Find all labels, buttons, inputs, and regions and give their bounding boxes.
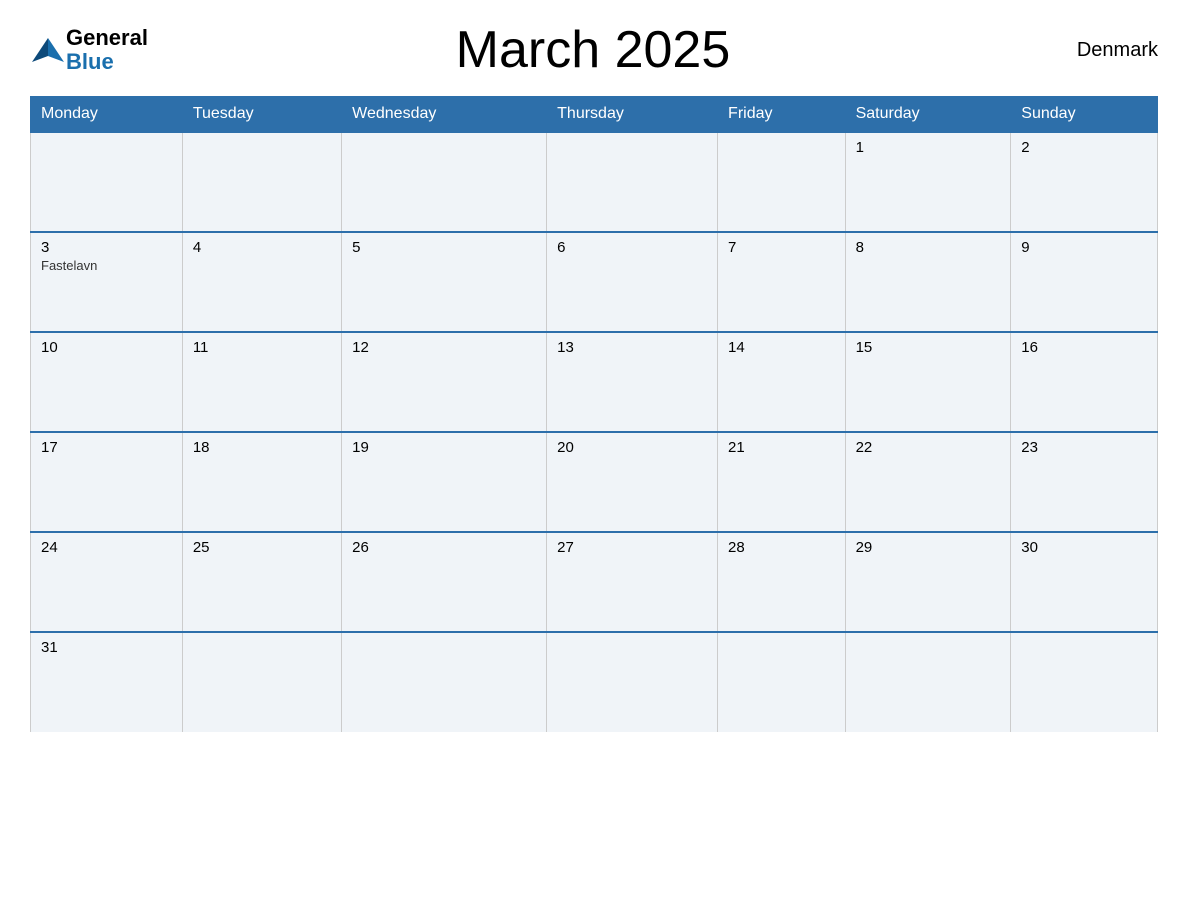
day-number: 13 [557, 339, 707, 356]
day-cell: 25 [182, 532, 341, 632]
day-cell [845, 632, 1011, 732]
column-header-thursday: Thursday [547, 97, 718, 133]
logo-icon [30, 34, 62, 66]
day-cell [547, 632, 718, 732]
day-cell: 21 [718, 432, 846, 532]
page-header: General Blue March 2025 Denmark [30, 20, 1158, 80]
day-cell: 19 [342, 432, 547, 532]
day-cell: 9 [1011, 232, 1158, 332]
day-cell: 20 [547, 432, 718, 532]
column-header-wednesday: Wednesday [342, 97, 547, 133]
day-number: 21 [728, 439, 835, 456]
day-number: 14 [728, 339, 835, 356]
day-cell [182, 132, 341, 232]
day-number: 23 [1021, 439, 1147, 456]
week-row-4: 17 18 19 20 21 22 23 [31, 432, 1158, 532]
calendar-table: MondayTuesdayWednesdayThursdayFridaySatu… [30, 96, 1158, 732]
day-cell: 24 [31, 532, 183, 632]
day-number: 7 [728, 239, 835, 256]
week-row-6: 31 [31, 632, 1158, 732]
column-header-saturday: Saturday [845, 97, 1011, 133]
day-cell: 16 [1011, 332, 1158, 432]
day-cell: 30 [1011, 532, 1158, 632]
day-number: 2 [1021, 139, 1147, 156]
day-cell: 4 [182, 232, 341, 332]
day-cell: 29 [845, 532, 1011, 632]
day-cell [342, 632, 547, 732]
day-number: 28 [728, 539, 835, 556]
day-number: 26 [352, 539, 536, 556]
day-number: 17 [41, 439, 172, 456]
column-header-sunday: Sunday [1011, 97, 1158, 133]
day-number: 5 [352, 239, 536, 256]
day-cell [342, 132, 547, 232]
day-cell: 10 [31, 332, 183, 432]
calendar-header-row: MondayTuesdayWednesdayThursdayFridaySatu… [31, 97, 1158, 133]
day-cell [547, 132, 718, 232]
day-cell: 5 [342, 232, 547, 332]
day-cell: 28 [718, 532, 846, 632]
day-number: 1 [856, 139, 1001, 156]
day-cell [1011, 632, 1158, 732]
day-number: 9 [1021, 239, 1147, 256]
week-row-1: 12 [31, 132, 1158, 232]
logo-general: General [66, 26, 148, 50]
day-number: 27 [557, 539, 707, 556]
logo-text: General Blue [66, 26, 148, 74]
week-row-5: 24 25 26 27 28 29 30 [31, 532, 1158, 632]
day-cell: 31 [31, 632, 183, 732]
day-number: 16 [1021, 339, 1147, 356]
day-cell: 3 Fastelavn [31, 232, 183, 332]
day-cell: 14 [718, 332, 846, 432]
column-header-tuesday: Tuesday [182, 97, 341, 133]
week-row-3: 10 11 12 13 14 15 16 [31, 332, 1158, 432]
column-header-friday: Friday [718, 97, 846, 133]
day-cell: 17 [31, 432, 183, 532]
day-cell: 12 [342, 332, 547, 432]
day-cell: 11 [182, 332, 341, 432]
day-cell: 26 [342, 532, 547, 632]
day-cell: 23 [1011, 432, 1158, 532]
day-cell: 7 [718, 232, 846, 332]
day-number: 19 [352, 439, 536, 456]
day-cell: 15 [845, 332, 1011, 432]
day-number: 25 [193, 539, 331, 556]
day-cell [182, 632, 341, 732]
country-label: Denmark [1038, 39, 1158, 62]
day-cell: 2 [1011, 132, 1158, 232]
day-number: 15 [856, 339, 1001, 356]
page-title: March 2025 [148, 20, 1038, 80]
day-number: 4 [193, 239, 331, 256]
day-number: 24 [41, 539, 172, 556]
column-header-monday: Monday [31, 97, 183, 133]
day-number: 30 [1021, 539, 1147, 556]
day-number: 20 [557, 439, 707, 456]
day-cell [718, 132, 846, 232]
day-number: 18 [193, 439, 331, 456]
day-cell: 8 [845, 232, 1011, 332]
day-number: 12 [352, 339, 536, 356]
day-cell: 22 [845, 432, 1011, 532]
day-cell [718, 632, 846, 732]
day-cell: 27 [547, 532, 718, 632]
day-number: 10 [41, 339, 172, 356]
day-number: 29 [856, 539, 1001, 556]
day-cell [31, 132, 183, 232]
logo-blue: Blue [66, 50, 148, 74]
day-number: 3 [41, 239, 172, 256]
day-number: 6 [557, 239, 707, 256]
day-number: 8 [856, 239, 1001, 256]
day-cell: 6 [547, 232, 718, 332]
day-number: 11 [193, 339, 331, 356]
day-cell: 1 [845, 132, 1011, 232]
day-number: 31 [41, 639, 172, 656]
day-cell: 13 [547, 332, 718, 432]
day-cell: 18 [182, 432, 341, 532]
day-number: 22 [856, 439, 1001, 456]
week-row-2: 3 Fastelavn 4 5 6 7 8 9 [31, 232, 1158, 332]
logo: General Blue [30, 26, 148, 74]
day-event: Fastelavn [41, 258, 172, 273]
